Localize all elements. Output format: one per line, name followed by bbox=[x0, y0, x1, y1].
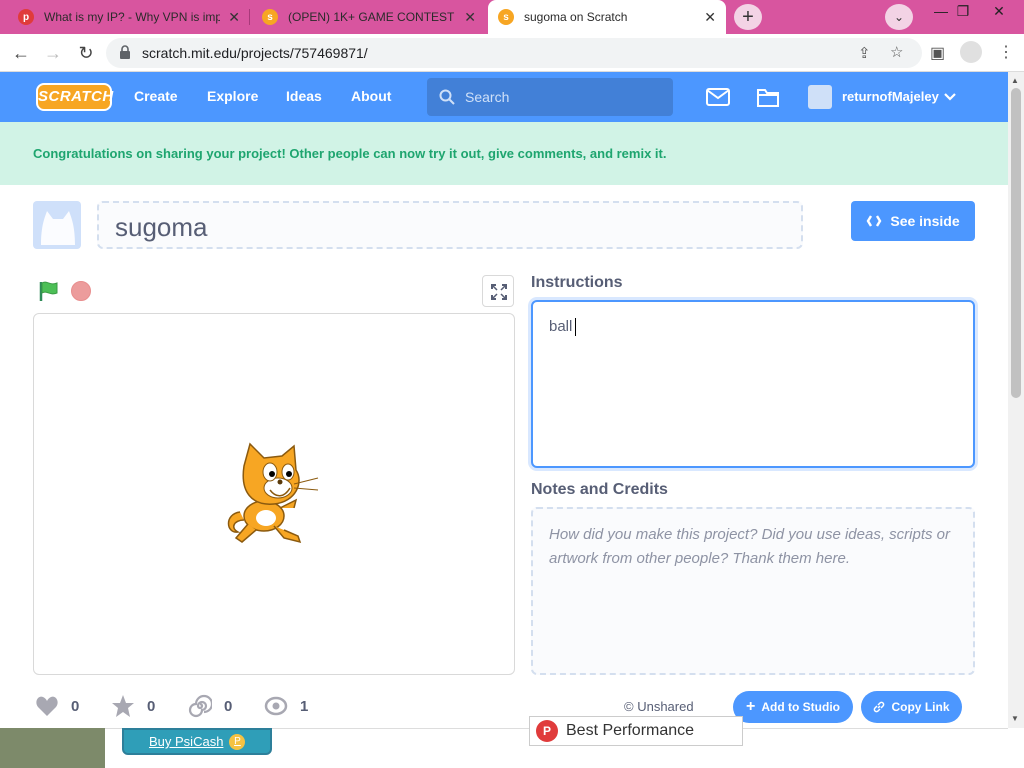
star-icon bbox=[112, 695, 134, 717]
favorite-count: 0 bbox=[147, 697, 156, 715]
see-inside-button[interactable]: See inside bbox=[851, 201, 975, 241]
tab-divider bbox=[249, 9, 250, 25]
copy-link-label: Copy Link bbox=[891, 700, 950, 714]
omnibox[interactable]: scratch.mit.edu/projects/757469871/ ⇪ ☆ bbox=[106, 38, 922, 68]
project-title: sugoma bbox=[115, 212, 208, 242]
copy-link-button[interactable]: Copy Link bbox=[861, 691, 962, 723]
project-title-field[interactable]: sugoma bbox=[97, 201, 803, 249]
love-stat[interactable]: 0 bbox=[35, 694, 79, 718]
favorite-stat[interactable]: 0 bbox=[111, 694, 155, 718]
desktop-background bbox=[0, 728, 105, 768]
text-caret bbox=[575, 318, 576, 336]
nav-about[interactable]: About bbox=[351, 88, 391, 104]
green-flag-icon[interactable] bbox=[38, 280, 60, 302]
stop-sign-icon[interactable] bbox=[71, 281, 91, 301]
heart-icon bbox=[36, 696, 58, 716]
my-stuff-folder-icon[interactable] bbox=[756, 86, 780, 108]
search-placeholder: Search bbox=[465, 89, 510, 105]
tab-search-chevron-icon[interactable]: ⌄ bbox=[885, 4, 913, 30]
eye-icon bbox=[264, 696, 288, 716]
profile-icon[interactable] bbox=[960, 41, 982, 63]
project-stage[interactable] bbox=[33, 313, 515, 675]
window-close-icon[interactable]: ✕ bbox=[982, 0, 1016, 30]
cat-silhouette-icon bbox=[41, 211, 75, 245]
plus-icon: + bbox=[746, 698, 756, 715]
tab-game-contest[interactable]: s (OPEN) 1K+ GAME CONTEST on ✕ bbox=[252, 0, 486, 34]
instructions-value: ball bbox=[549, 318, 573, 335]
view-count: 1 bbox=[300, 697, 309, 715]
share-success-banner: Congratulations on sharing your project!… bbox=[0, 122, 1008, 185]
scroll-down-arrow-icon[interactable]: ▼ bbox=[1011, 714, 1019, 723]
view-stat: 1 bbox=[264, 694, 308, 718]
url-text: scratch.mit.edu/projects/757469871/ bbox=[142, 45, 368, 61]
new-tab-button[interactable]: + bbox=[734, 4, 762, 30]
psiphon-favicon-icon: p bbox=[18, 9, 34, 25]
buy-psicash-label: Buy PsiCash bbox=[149, 734, 224, 749]
love-count: 0 bbox=[71, 697, 80, 715]
tab-sugoma[interactable]: s sugoma on Scratch ✕ bbox=[488, 0, 726, 34]
side-panel-icon[interactable]: ▣ bbox=[930, 43, 945, 63]
best-performance-label: Best Performance bbox=[566, 722, 695, 739]
scratch-favicon-icon: s bbox=[262, 9, 278, 25]
kebab-menu-icon[interactable]: ⋮ bbox=[998, 42, 1014, 62]
address-bar: ← → ↻ scratch.mit.edu/projects/757469871… bbox=[0, 34, 1024, 72]
see-inside-icon bbox=[866, 215, 882, 227]
scratch-cat-sprite bbox=[227, 442, 319, 544]
nav-create[interactable]: Create bbox=[134, 88, 178, 104]
restore-icon[interactable]: ❐ bbox=[946, 0, 980, 30]
close-icon[interactable]: ✕ bbox=[704, 9, 716, 26]
remix-stat: 0 bbox=[188, 694, 232, 718]
tab-title: What is my IP? - Why VPN is imp bbox=[44, 10, 221, 24]
username[interactable]: returnofMajeley bbox=[842, 89, 939, 104]
share-icon[interactable]: ⇪ bbox=[858, 44, 871, 62]
search-icon bbox=[439, 89, 455, 105]
banner-text: Congratulations on sharing your project!… bbox=[33, 146, 667, 161]
add-to-studio-button[interactable]: + Add to Studio bbox=[733, 691, 853, 723]
scrollbar-thumb[interactable] bbox=[1011, 88, 1021, 398]
fullscreen-icon bbox=[491, 284, 507, 300]
close-icon[interactable]: ✕ bbox=[228, 9, 240, 26]
star-icon[interactable]: ☆ bbox=[890, 43, 903, 61]
notes-textarea[interactable]: How did you make this project? Did you u… bbox=[531, 507, 975, 675]
messages-icon[interactable] bbox=[706, 87, 730, 107]
chevron-down-icon[interactable] bbox=[944, 92, 956, 102]
add-to-studio-label: Add to Studio bbox=[761, 700, 840, 714]
scratch-favicon-icon: s bbox=[498, 9, 514, 25]
scroll-up-arrow-icon[interactable]: ▲ bbox=[1011, 76, 1019, 85]
project-author-avatar[interactable] bbox=[33, 201, 81, 249]
search-input[interactable]: Search bbox=[427, 78, 673, 116]
remix-count: 0 bbox=[224, 697, 233, 715]
tab-title: sugoma on Scratch bbox=[524, 10, 628, 24]
notes-label: Notes and Credits bbox=[531, 481, 668, 498]
tab-title: (OPEN) 1K+ GAME CONTEST on bbox=[288, 10, 457, 24]
see-inside-label: See inside bbox=[890, 213, 960, 229]
instructions-textarea[interactable]: ball bbox=[531, 300, 975, 468]
psicash-coin-icon: P bbox=[229, 733, 246, 750]
notes-placeholder: How did you make this project? Did you u… bbox=[549, 526, 951, 567]
instructions-label: Instructions bbox=[531, 274, 623, 291]
nav-ideas[interactable]: Ideas bbox=[286, 88, 322, 104]
avatar[interactable] bbox=[808, 85, 832, 109]
nav-explore[interactable]: Explore bbox=[207, 88, 258, 104]
best-performance-selector[interactable]: P Best Performance bbox=[529, 716, 743, 746]
remix-spiral-icon bbox=[188, 694, 212, 718]
share-status: © Unshared bbox=[624, 699, 694, 714]
lock-icon bbox=[120, 45, 130, 59]
reload-icon[interactable]: ↻ bbox=[73, 40, 99, 66]
scratch-navbar: SCRATCH Create Explore Ideas About Searc… bbox=[0, 72, 1008, 122]
scratch-logo[interactable]: SCRATCH bbox=[36, 83, 113, 111]
tab-ip[interactable]: p What is my IP? - Why VPN is imp ✕ bbox=[8, 0, 250, 34]
psiphon-logo-icon: P bbox=[536, 720, 558, 742]
back-arrow-icon[interactable]: ← bbox=[8, 40, 34, 66]
tab-strip: p What is my IP? - Why VPN is imp ✕ s (O… bbox=[0, 0, 1024, 34]
buy-psicash-button[interactable]: Buy PsiCash P bbox=[122, 728, 272, 755]
close-icon[interactable]: ✕ bbox=[464, 9, 476, 26]
fullscreen-button[interactable] bbox=[482, 275, 514, 307]
link-icon bbox=[874, 701, 885, 713]
forward-arrow-icon[interactable]: → bbox=[40, 40, 66, 66]
share-status-text: Unshared bbox=[637, 699, 694, 714]
